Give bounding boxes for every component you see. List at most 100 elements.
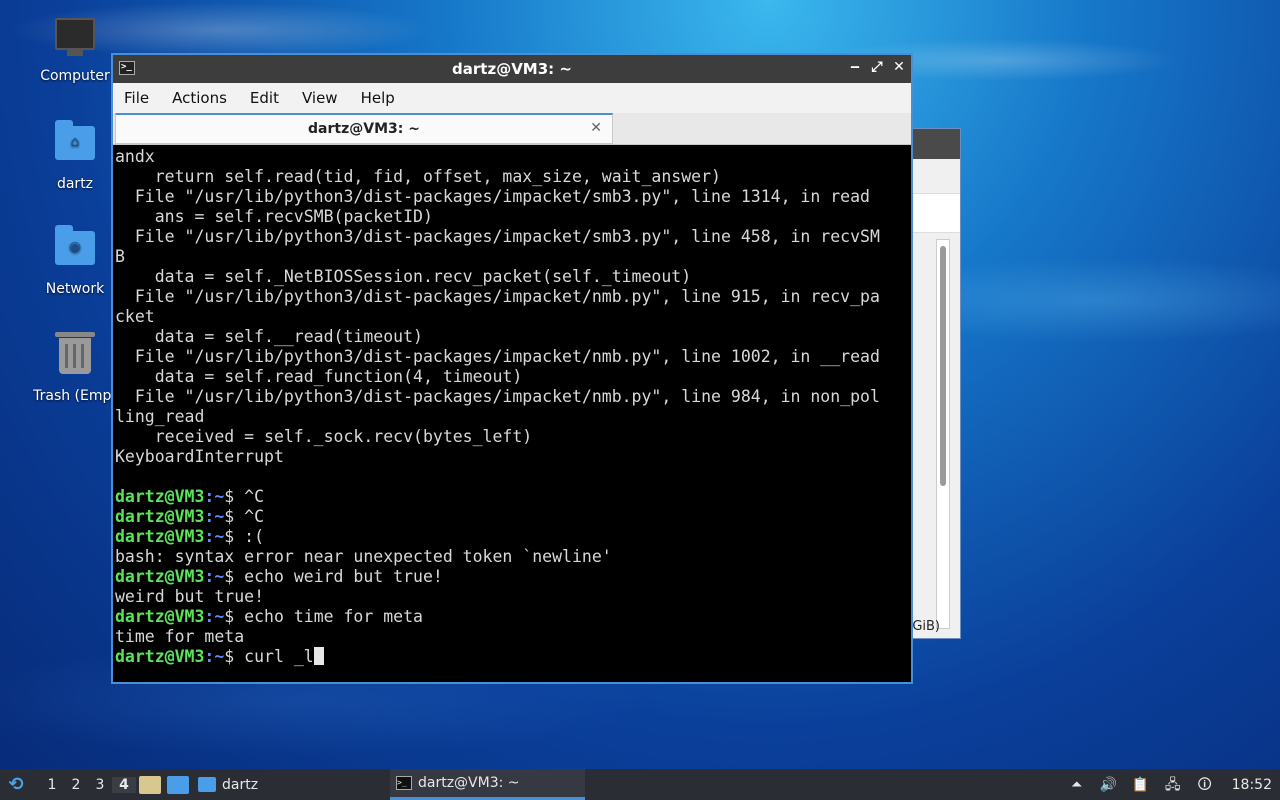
output-line: andx (115, 147, 155, 166)
command-output: bash: syntax error near unexpected token… (115, 547, 612, 566)
prompt-user: dartz@VM3 (115, 647, 205, 666)
menu-help[interactable]: Help (358, 89, 415, 107)
background-window[interactable]: GiB) (912, 128, 961, 639)
home-folder-icon: ⌂ (53, 120, 97, 170)
command-output: time for meta (115, 627, 245, 646)
output-line: received = self._sock.recv(bytes_left) (115, 427, 533, 446)
trash-icon (53, 332, 97, 382)
terminal-app-icon[interactable]: >_ (119, 61, 135, 75)
command-text: echo time for meta (234, 607, 423, 626)
menu-view[interactable]: View (299, 89, 358, 107)
menubar: File Actions Edit View Help (113, 83, 911, 113)
output-line: File "/usr/lib/python3/dist-packages/imp… (115, 387, 880, 406)
terminal-icon: >_ (396, 776, 412, 790)
command-line: dartz@VM3:~$ ^C (115, 487, 911, 507)
prompt-symbol: $ (224, 607, 235, 626)
prompt-path: :~ (204, 487, 225, 506)
start-menu-icon[interactable]: ⟲ (0, 769, 32, 800)
output-line: File "/usr/lib/python3/dist-packages/imp… (115, 227, 880, 246)
window-title: dartz@VM3: ~ (452, 60, 572, 78)
command-text: :( (234, 527, 265, 546)
network-folder-icon: ◉ (53, 225, 97, 275)
output-line: data = self._NetBIOSSession.recv_packet(… (115, 267, 692, 286)
background-window-titlebar[interactable] (913, 129, 960, 159)
tab-strip: dartz@VM3: ~ ✕ (113, 113, 911, 145)
prompt-user: dartz@VM3 (115, 527, 205, 546)
prompt-user: dartz@VM3 (115, 487, 205, 506)
terminal-titlebar[interactable]: >_ dartz@VM3: ~ ‒ ⤢ ✕ (113, 55, 911, 83)
system-tray: ⏶ 🔊 📋 🖧 🛈 18:52 (1068, 769, 1280, 800)
task-terminal[interactable]: >_ dartz@VM3: ~ (390, 769, 585, 800)
output-line: data = self.read_function(4, timeout) (115, 367, 523, 386)
output-line: KeyboardInterrupt (115, 447, 284, 466)
clipboard-icon[interactable]: 📋 (1132, 776, 1150, 794)
prompt-user: dartz@VM3 (115, 567, 205, 586)
close-icon[interactable]: ✕ (893, 59, 905, 75)
tray-arrow-icon[interactable]: ⏶ (1068, 776, 1086, 794)
folder-icon (198, 777, 216, 792)
command-line: dartz@VM3:~$ echo weird but true! (115, 567, 911, 587)
workspace-2[interactable]: 2 (64, 777, 88, 793)
task-dartz[interactable]: dartz (192, 769, 264, 800)
maximize-icon[interactable]: ⤢ (871, 59, 883, 75)
command-line: dartz@VM3:~$ echo time for meta (115, 607, 911, 627)
text-cursor (313, 647, 324, 665)
prompt-symbol: $ (224, 507, 235, 526)
prompt-path: :~ (204, 527, 225, 546)
background-window-scrollbar[interactable] (936, 239, 950, 629)
menu-file[interactable]: File (121, 89, 169, 107)
network-icon[interactable]: 🖧 (1164, 776, 1182, 794)
workspace-4[interactable]: 4 (112, 776, 136, 793)
background-window-partial-text: GiB) (912, 619, 940, 634)
prompt-path: :~ (204, 567, 225, 586)
command-text: ^C (234, 487, 265, 506)
computer-icon (53, 18, 97, 62)
tab-label: dartz@VM3: ~ (308, 121, 420, 137)
output-line: File "/usr/lib/python3/dist-packages/imp… (115, 187, 870, 206)
command-text: echo weird but true! (234, 567, 443, 586)
prompt-symbol: $ (224, 527, 235, 546)
output-line: return self.read(tid, fid, offset, max_s… (115, 167, 721, 186)
background-window-panel (913, 193, 960, 233)
minimize-icon[interactable]: ‒ (849, 59, 861, 75)
output-line: B (115, 247, 125, 266)
terminal-output[interactable]: andx return self.read(tid, fid, offset, … (115, 147, 911, 682)
current-command-line: dartz@VM3:~$ curl _l (115, 647, 911, 667)
prompt-symbol: $ (224, 647, 235, 666)
command-line: dartz@VM3:~$ :( (115, 527, 911, 547)
clock[interactable]: 18:52 (1232, 777, 1272, 793)
command-output: weird but true! (115, 587, 265, 606)
prompt-symbol: $ (224, 567, 235, 586)
output-line: ling_read (115, 407, 205, 426)
menu-actions[interactable]: Actions (169, 89, 247, 107)
show-desktop-icon[interactable] (167, 775, 189, 794)
current-input[interactable]: curl _l (234, 647, 314, 666)
command-line: dartz@VM3:~$ ^C (115, 507, 911, 527)
volume-icon[interactable]: 🔊 (1100, 776, 1118, 794)
task-label: dartz@VM3: ~ (418, 775, 520, 791)
output-line: File "/usr/lib/python3/dist-packages/imp… (115, 347, 880, 366)
command-text: ^C (234, 507, 265, 526)
prompt-path: :~ (204, 607, 225, 626)
prompt-path: :~ (204, 507, 225, 526)
task-label: dartz (222, 776, 259, 793)
tab-terminal[interactable]: dartz@VM3: ~ ✕ (115, 113, 613, 144)
prompt-user: dartz@VM3 (115, 607, 205, 626)
prompt-symbol: $ (224, 487, 235, 506)
tab-close-icon[interactable]: ✕ (590, 120, 602, 136)
prompt-path: :~ (204, 647, 225, 666)
taskbar: ⟲ 1 2 3 4 dartz >_ dartz@VM3: ~ ⏶ 🔊 📋 🖧 … (0, 769, 1280, 800)
file-manager-launcher-icon[interactable] (139, 775, 161, 794)
menu-edit[interactable]: Edit (247, 89, 299, 107)
output-line: cket (115, 307, 155, 326)
terminal-window[interactable]: >_ dartz@VM3: ~ ‒ ⤢ ✕ File Actions Edit … (111, 53, 913, 684)
output-line: File "/usr/lib/python3/dist-packages/imp… (115, 287, 880, 306)
prompt-user: dartz@VM3 (115, 507, 205, 526)
workspace-1[interactable]: 1 (40, 777, 64, 793)
output-line: ans = self.recvSMB(packetID) (115, 207, 433, 226)
output-line: data = self.__read(timeout) (115, 327, 423, 346)
update-notifier-icon[interactable]: 🛈 (1196, 776, 1214, 794)
scrollbar-thumb[interactable] (940, 246, 946, 486)
workspace-3[interactable]: 3 (88, 777, 112, 793)
